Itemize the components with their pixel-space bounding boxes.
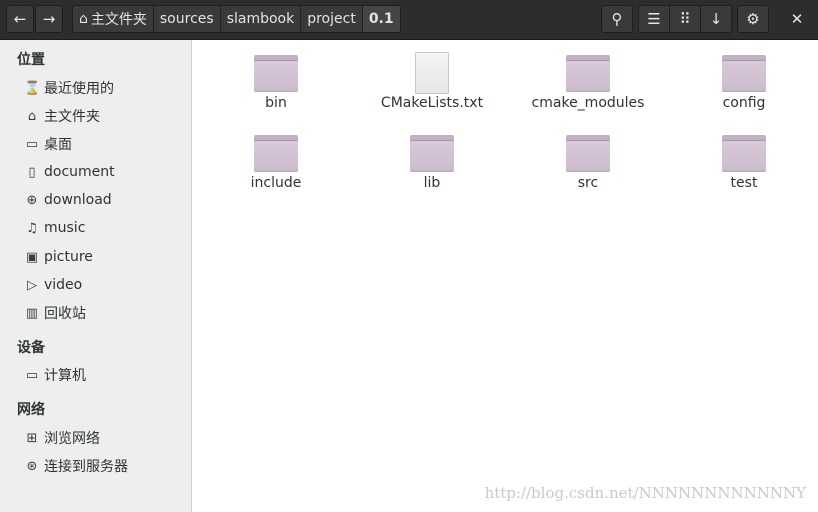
sidebar-item-browse-network[interactable]: ⊞ 浏览网络 <box>24 427 100 449</box>
folder-icon <box>254 132 298 172</box>
sidebar-item-label: 浏览网络 <box>44 431 100 447</box>
folder-icon <box>410 132 454 172</box>
home-icon: ⌂ <box>79 11 88 27</box>
sidebar-item-label: picture <box>44 249 93 265</box>
gear-icon: ⚙ <box>746 10 760 28</box>
sidebar-item-label: 最近使用的 <box>44 81 114 97</box>
breadcrumb-project[interactable]: project <box>301 6 363 32</box>
sidebar-item-home[interactable]: ⌂ 主文件夹 <box>24 105 100 127</box>
close-button[interactable]: ✕ <box>782 5 812 33</box>
home-icon: ⌂ <box>27 108 37 124</box>
file-name: bin <box>265 95 287 111</box>
sidebar: 位置 ⌛ 最近使用的 ⌂ 主文件夹 ▭ 桌面 ▯ document ⊕ down… <box>0 40 200 512</box>
sidebar-item-label: document <box>44 164 115 180</box>
breadcrumb-current[interactable]: 0.1 <box>362 6 400 32</box>
folder-icon <box>566 132 610 172</box>
file-view: bin CMakeLists.txt cmake_modules config … <box>192 40 818 512</box>
folder-icon <box>566 52 610 92</box>
folder-icon <box>722 132 766 172</box>
sidebar-item-label: 主文件夹 <box>44 109 100 125</box>
hourglass-icon: ⌛ <box>24 80 41 96</box>
sidebar-item-music[interactable]: ♫ music <box>24 217 85 239</box>
computer-icon: ▭ <box>25 367 39 383</box>
file-item-lib[interactable]: lib <box>372 132 492 191</box>
sidebar-item-download[interactable]: ⊕ download <box>24 189 112 211</box>
breadcrumb-home[interactable]: ⌂ 主文件夹 <box>73 6 154 32</box>
file-name: CMakeLists.txt <box>380 95 484 111</box>
file-name: config <box>722 95 766 111</box>
sidebar-item-video[interactable]: ▷ video <box>24 274 82 296</box>
sidebar-item-recent[interactable]: ⌛ 最近使用的 <box>24 77 114 99</box>
arrow-right-icon: → <box>42 10 56 28</box>
file-name: test <box>730 175 758 191</box>
desktop-icon: ▭ <box>25 136 39 152</box>
file-name: lib <box>423 175 441 191</box>
sidebar-item-label: 回收站 <box>44 306 86 322</box>
arrow-left-icon: ← <box>13 10 27 28</box>
file-item-bin[interactable]: bin <box>216 52 336 111</box>
search-button[interactable]: ⚲ <box>601 5 633 33</box>
sidebar-section-places: 位置 <box>17 52 45 68</box>
sidebar-item-label: music <box>44 220 86 236</box>
sidebar-section-devices: 设备 <box>17 340 45 356</box>
close-icon: ✕ <box>790 10 804 28</box>
download-icon: ⊕ <box>26 192 38 208</box>
sidebar-item-trash[interactable]: ▥ 回收站 <box>24 302 86 324</box>
forward-button[interactable]: → <box>35 5 63 33</box>
document-icon: ▯ <box>28 164 36 180</box>
sidebar-item-label: video <box>44 277 83 293</box>
file-item-config[interactable]: config <box>684 52 804 111</box>
video-icon: ▷ <box>27 277 37 293</box>
file-name: include <box>250 175 302 191</box>
list-view-button[interactable]: ☰ <box>638 5 670 33</box>
sidebar-item-label: 桌面 <box>44 137 72 153</box>
file-item-cmakelists[interactable]: CMakeLists.txt <box>372 52 492 111</box>
picture-icon: ▣ <box>25 249 39 265</box>
music-icon: ♫ <box>26 220 38 236</box>
breadcrumb-sources[interactable]: sources <box>153 6 221 32</box>
sidebar-item-label: 连接到服务器 <box>44 459 128 475</box>
grid-view-button[interactable]: ⠿ <box>669 5 701 33</box>
file-name: cmake_modules <box>531 95 645 111</box>
arrow-down-icon: ↓ <box>709 10 723 28</box>
trash-icon: ▥ <box>25 305 39 321</box>
sidebar-item-computer[interactable]: ▭ 计算机 <box>24 364 86 386</box>
search-icon: ⚲ <box>611 10 623 28</box>
file-item-src[interactable]: src <box>528 132 648 191</box>
sidebar-item-label: 计算机 <box>44 368 86 384</box>
breadcrumb: ⌂ 主文件夹 sources slambook project 0.1 <box>72 5 401 33</box>
file-name: src <box>577 175 599 191</box>
server-icon: ⊛ <box>26 458 38 474</box>
sort-button[interactable]: ↓ <box>700 5 732 33</box>
back-button[interactable]: ← <box>6 5 34 33</box>
breadcrumb-slambook[interactable]: slambook <box>220 6 302 32</box>
folder-icon <box>722 52 766 92</box>
file-item-test[interactable]: test <box>684 132 804 191</box>
header-bar: ← → ⌂ 主文件夹 sources slambook project 0.1 … <box>0 0 818 40</box>
sidebar-item-picture[interactable]: ▣ picture <box>24 246 93 268</box>
sidebar-item-document[interactable]: ▯ document <box>24 161 115 183</box>
text-file-icon <box>415 52 449 94</box>
sidebar-item-desktop[interactable]: ▭ 桌面 <box>24 133 72 155</box>
file-item-include[interactable]: include <box>216 132 336 191</box>
network-icon: ⊞ <box>26 430 38 446</box>
sidebar-section-network: 网络 <box>17 402 45 418</box>
list-view-icon: ☰ <box>647 10 661 28</box>
settings-button[interactable]: ⚙ <box>737 5 769 33</box>
grid-view-icon: ⠿ <box>679 10 691 28</box>
watermark: http://blog.csdn.net/NNNNNNNNNNNNY <box>484 484 806 502</box>
sidebar-item-label: download <box>44 192 112 208</box>
file-manager-window: ← → ⌂ 主文件夹 sources slambook project 0.1 … <box>0 0 818 512</box>
file-item-cmake-modules[interactable]: cmake_modules <box>528 52 648 111</box>
sidebar-item-connect-server[interactable]: ⊛ 连接到服务器 <box>24 455 128 477</box>
folder-icon <box>254 52 298 92</box>
